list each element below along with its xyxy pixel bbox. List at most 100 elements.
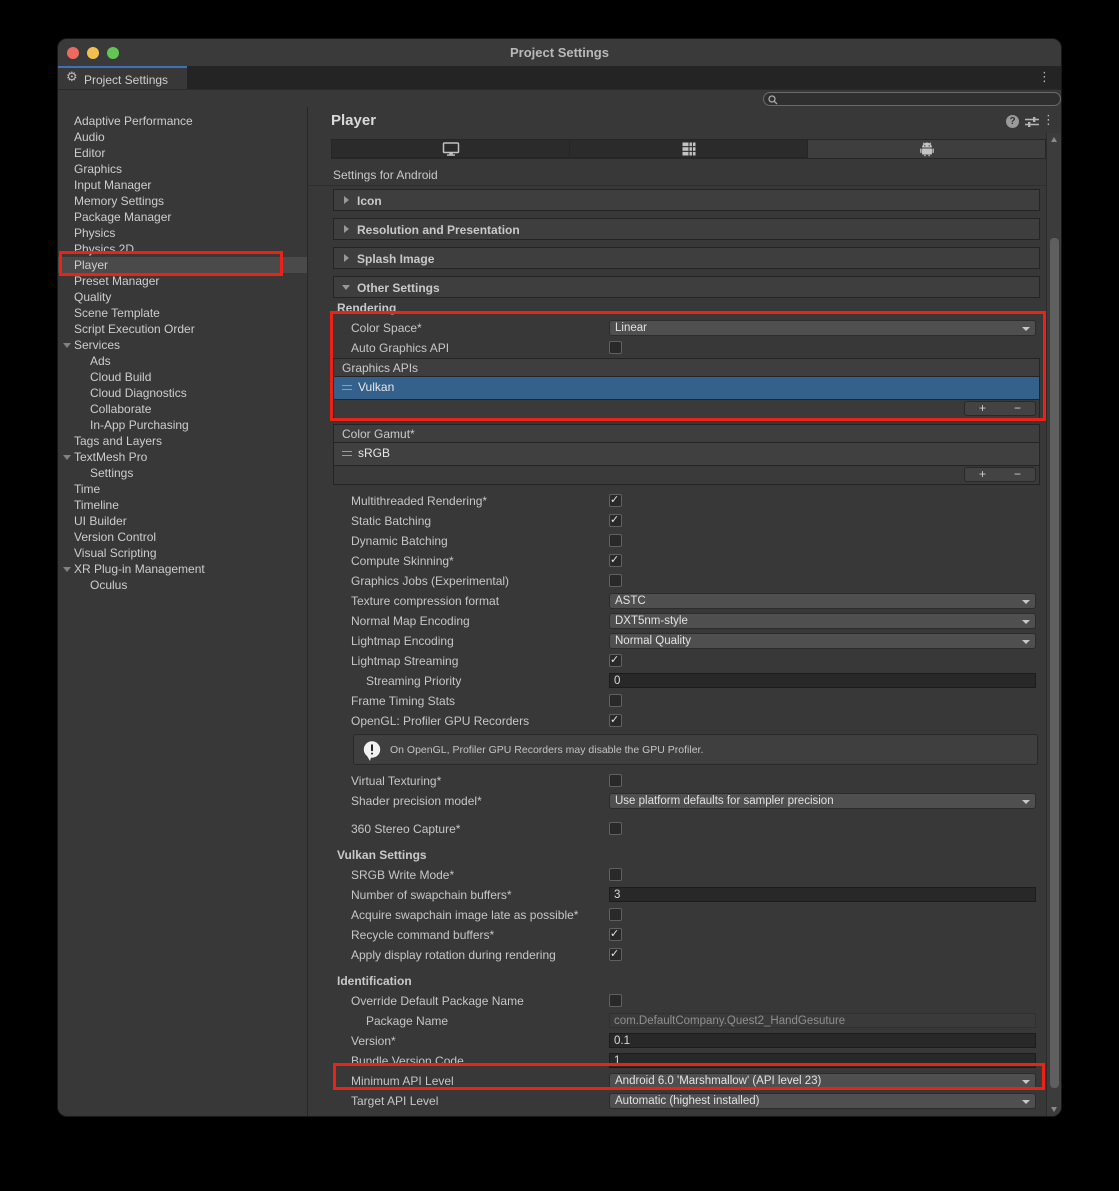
drag-handle-icon[interactable]	[342, 385, 352, 390]
setting-label-virtual-texturing: Virtual Texturing*	[351, 774, 442, 788]
sidebar-item-textmesh-pro[interactable]: TextMesh Pro	[58, 449, 307, 465]
chevron-down-icon	[1022, 600, 1030, 604]
sidebar-item-adaptive-performance[interactable]: Adaptive Performance	[58, 113, 307, 129]
foldout-other-settings[interactable]: Other Settings	[333, 276, 1040, 298]
checkbox-compute-skinning[interactable]: ✓	[609, 553, 622, 567]
tab-strip-kebab-icon[interactable]: ⋮	[1038, 70, 1051, 85]
page-title: Player	[331, 112, 377, 129]
sidebar-item-scene-template[interactable]: Scene Template	[58, 305, 307, 321]
sidebar-item-xr-plug-in-management[interactable]: XR Plug-in Management	[58, 561, 307, 577]
sidebar-item-cloud-build[interactable]: Cloud Build	[58, 369, 307, 385]
list-item-vulkan[interactable]: Vulkan	[334, 377, 1039, 399]
sidebar-item-memory-settings[interactable]: Memory Settings	[58, 193, 307, 209]
sidebar-item-oculus[interactable]: Oculus	[58, 577, 307, 593]
sidebar-item-package-manager[interactable]: Package Manager	[58, 209, 307, 225]
field-number-of-swapchain-buffers[interactable]: 3	[609, 887, 1036, 902]
sidebar-item-ui-builder[interactable]: UI Builder	[58, 513, 307, 529]
dropdown-minimum-api-level[interactable]: Android 6.0 'Marshmallow' (API level 23)	[609, 1073, 1036, 1089]
scroll-up-arrow-icon[interactable]	[1051, 137, 1057, 142]
search-field[interactable]	[763, 92, 1061, 106]
checkbox-auto-graphics-api[interactable]	[609, 341, 622, 354]
checkbox-lightmap-streaming[interactable]: ✓	[609, 653, 622, 667]
remove-item-button[interactable]: −	[1000, 468, 1035, 481]
sidebar-item-services[interactable]: Services	[58, 337, 307, 353]
field-streaming-priority[interactable]: 0	[609, 673, 1036, 688]
dropdown-normal-map-encoding[interactable]: DXT5nm-style	[609, 613, 1036, 629]
sidebar-item-settings[interactable]: Settings	[58, 465, 307, 481]
sidebar-item-audio[interactable]: Audio	[58, 129, 307, 145]
sidebar-item-physics-2d[interactable]: Physics 2D	[58, 241, 307, 257]
sidebar-item-input-manager[interactable]: Input Manager	[58, 177, 307, 193]
foldout-splash-image[interactable]: Splash Image	[333, 247, 1040, 269]
checkbox-apply-display-rotation-during-rendering[interactable]: ✓	[609, 947, 622, 961]
platform-tab-desktop[interactable]	[332, 140, 570, 158]
chevron-down-icon[interactable]	[342, 285, 350, 290]
checkbox-override-default-package-name[interactable]	[609, 994, 622, 1007]
sidebar-item-cloud-diagnostics[interactable]: Cloud Diagnostics	[58, 385, 307, 401]
sidebar-item-in-app-purchasing[interactable]: In-App Purchasing	[58, 417, 307, 433]
scrollbar-thumb[interactable]	[1049, 238, 1059, 1088]
dropdown-lightmap-encoding[interactable]: Normal Quality	[609, 633, 1036, 649]
sidebar-item-time[interactable]: Time	[58, 481, 307, 497]
add-item-button[interactable]: +	[965, 468, 1000, 481]
sidebar-item-collaborate[interactable]: Collaborate	[58, 401, 307, 417]
checkbox-multithreaded-rendering[interactable]: ✓	[609, 493, 622, 507]
checkbox-graphics-jobs-experimental[interactable]	[609, 574, 622, 587]
checkbox-frame-timing-stats[interactable]	[609, 694, 622, 707]
preset-icon[interactable]	[1025, 116, 1039, 128]
list-header-label: Color Gamut*	[342, 427, 415, 441]
field-value: 3	[614, 889, 621, 901]
chevron-down-icon[interactable]	[63, 455, 71, 460]
checkbox-virtual-texturing[interactable]	[609, 774, 622, 787]
field-value: 1	[614, 1055, 621, 1067]
field-bundle-version-code[interactable]: 1	[609, 1053, 1036, 1068]
field-version[interactable]: 0.1	[609, 1033, 1036, 1048]
vertical-scrollbar[interactable]	[1046, 133, 1061, 1116]
platform-tab-dedicated-server[interactable]	[570, 140, 808, 158]
platform-tab-android[interactable]	[808, 140, 1045, 158]
checkbox-static-batching[interactable]: ✓	[609, 513, 622, 527]
sidebar-item-editor[interactable]: Editor	[58, 145, 307, 161]
dropdown-target-api-level[interactable]: Automatic (highest installed)	[609, 1093, 1036, 1109]
foldout-resolution-and-presentation[interactable]: Resolution and Presentation	[333, 218, 1040, 240]
dropdown-color-space[interactable]: Linear	[609, 320, 1036, 336]
sidebar-item-label: Memory Settings	[74, 194, 165, 208]
chevron-down-icon[interactable]	[63, 343, 71, 348]
sidebar-item-script-execution-order[interactable]: Script Execution Order	[58, 321, 307, 337]
chevron-right-icon[interactable]	[344, 254, 349, 262]
sidebar-item-ads[interactable]: Ads	[58, 353, 307, 369]
remove-item-button[interactable]: −	[1000, 402, 1035, 415]
scroll-down-arrow-icon[interactable]	[1051, 1107, 1057, 1112]
sidebar-item-physics[interactable]: Physics	[58, 225, 307, 241]
sidebar-item-visual-scripting[interactable]: Visual Scripting	[58, 545, 307, 561]
sidebar-item-preset-manager[interactable]: Preset Manager	[58, 273, 307, 289]
sidebar-item-player[interactable]: Player	[58, 257, 307, 273]
panel-kebab-icon[interactable]: ⋮	[1042, 113, 1055, 128]
sidebar-item-version-control[interactable]: Version Control	[58, 529, 307, 545]
sidebar-item-quality[interactable]: Quality	[58, 289, 307, 305]
tab-project-settings[interactable]: ⚙ Project Settings	[58, 66, 187, 89]
dropdown-texture-compression-format[interactable]: ASTC	[609, 593, 1036, 609]
checkbox-360-stereo-capture[interactable]	[609, 822, 622, 835]
list-footer-buttons: + −	[964, 467, 1036, 482]
dropdown-shader-precision-model[interactable]: Use platform defaults for sampler precis…	[609, 793, 1036, 809]
list-item-srgb[interactable]: sRGB	[334, 443, 1039, 465]
sidebar-item-graphics[interactable]: Graphics	[58, 161, 307, 177]
checkbox-dynamic-batching[interactable]	[609, 534, 622, 547]
add-item-button[interactable]: +	[965, 402, 1000, 415]
sidebar-item-tags-and-layers[interactable]: Tags and Layers	[58, 433, 307, 449]
search-input[interactable]	[780, 93, 1056, 105]
checkbox-acquire-swapchain-image-late-as-possible[interactable]	[609, 908, 622, 921]
list-header-label: Graphics APIs	[342, 361, 419, 375]
checkbox-opengl-profiler-gpu-recorders[interactable]: ✓	[609, 713, 622, 727]
chevron-right-icon[interactable]	[344, 225, 349, 233]
checkbox-srgb-write-mode[interactable]	[609, 868, 622, 881]
help-icon[interactable]: ?	[1006, 115, 1019, 128]
setting-row-virtual-texturing: Virtual Texturing*	[333, 771, 1040, 791]
sidebar-item-timeline[interactable]: Timeline	[58, 497, 307, 513]
foldout-icon[interactable]: Icon	[333, 189, 1040, 211]
drag-handle-icon[interactable]	[342, 451, 352, 456]
checkbox-recycle-command-buffers[interactable]: ✓	[609, 927, 622, 941]
chevron-right-icon[interactable]	[344, 196, 349, 204]
chevron-down-icon[interactable]	[63, 567, 71, 572]
